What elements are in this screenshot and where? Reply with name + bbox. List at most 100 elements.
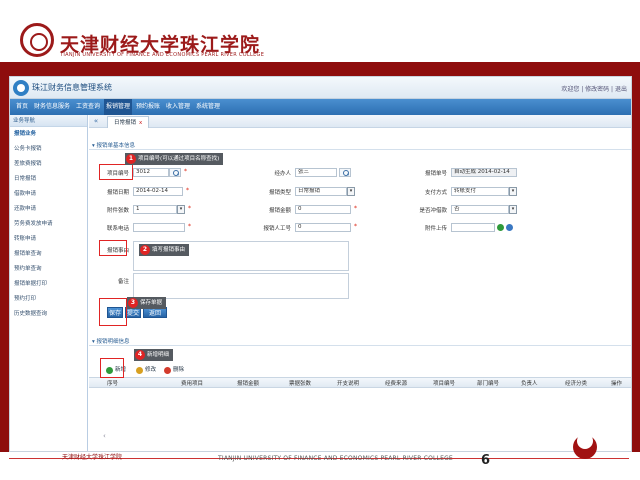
nav-tab-reimbursement[interactable]: 报销管理 (104, 99, 132, 115)
offset-loan-select[interactable]: 否 (451, 205, 509, 214)
sidebar-header: 业务导航 (10, 115, 87, 127)
grid-column-header: 报销金额 (237, 381, 260, 387)
payment-select[interactable]: 转账支付 (451, 187, 509, 196)
nav-tab-system[interactable]: 系统管理 (194, 99, 222, 115)
scroll-left-icon[interactable]: ‹ (103, 432, 106, 440)
type-select[interactable]: 日常报销 (295, 187, 347, 196)
delete-detail-button[interactable]: 删除 (163, 365, 184, 375)
sidebar-item[interactable]: 转账申请 (10, 232, 87, 247)
nav-tab-salary[interactable]: 工资查询 (74, 99, 102, 115)
required-marker: * (188, 223, 191, 230)
sidebar-item[interactable]: 报销业务 (10, 127, 87, 142)
sidebar-item[interactable]: 差旅费报销 (10, 157, 87, 172)
tab-label: 日常报销 (114, 120, 137, 126)
grid-column-header: 序号 (107, 381, 119, 387)
university-seal-icon (20, 23, 54, 57)
callout-number: 2 (140, 245, 150, 255)
required-marker: * (184, 168, 187, 175)
required-marker: * (354, 205, 357, 212)
sidebar-item[interactable]: 报销单据打印 (10, 277, 87, 292)
page-number: 6 (481, 453, 491, 468)
chevron-down-icon[interactable]: ▾ (177, 205, 185, 214)
sidebar-item[interactable]: 还款申请 (10, 202, 87, 217)
edit-label: 修改 (145, 367, 157, 373)
project-search-icon[interactable] (169, 168, 181, 177)
detail-section-title: ▾ 报销明细信息 (92, 339, 130, 345)
attachments-select[interactable]: 1 (133, 205, 177, 214)
upload-input[interactable] (451, 223, 495, 232)
handler-search-icon[interactable] (339, 168, 351, 177)
annotation-frame-add (100, 358, 124, 378)
university-name-en: TIANJIN UNIVERSITY OF FINANCE AND ECONOM… (60, 52, 265, 58)
upload-refresh-icon[interactable] (506, 224, 513, 231)
required-marker: * (354, 223, 357, 230)
edit-detail-button[interactable]: 修改 (135, 365, 156, 375)
voucher-no-input[interactable]: 自动生成 2014-02-14 (451, 168, 517, 177)
grid-column-header: 操作 (611, 381, 623, 387)
grid-column-header: 部门编号 (477, 381, 500, 387)
chevron-down-icon[interactable]: ▾ (347, 187, 355, 196)
callout-3: 3 保存单据 (127, 297, 167, 309)
annotation-frame-save (99, 298, 127, 326)
phone-label: 联系电话 (106, 226, 129, 232)
staff-id-label: 报销人工号 (263, 226, 291, 232)
sidebar-item[interactable]: 历史数据查询 (10, 307, 87, 322)
nav-tab-appointment[interactable]: 预约报账 (134, 99, 162, 115)
remark-textarea[interactable] (133, 273, 349, 299)
amount-input[interactable]: 0 (295, 205, 351, 214)
footer-university-name-en: TIANJIN UNIVERSITY OF FINANCE AND ECONOM… (218, 455, 453, 462)
callout-text: 新增明细 (147, 352, 170, 358)
app-window: 珠江财务信息管理系统 欢迎您 | 修改密码 | 退出 首页 财务信息服务 工资查… (9, 76, 632, 452)
user-links[interactable]: 欢迎您 | 修改密码 | 退出 (561, 84, 627, 93)
project-code-input[interactable]: 3012 (133, 168, 169, 177)
annotation-frame-reason (99, 240, 127, 256)
callout-text: 填写报销事由 (152, 247, 186, 253)
callout-text: 保存单据 (140, 300, 163, 306)
collapse-icon[interactable]: « (91, 117, 101, 126)
right-red-frame (632, 62, 640, 452)
nav-tab-income[interactable]: 收入管理 (164, 99, 192, 115)
handler-input[interactable]: 张三 (295, 168, 337, 177)
callout-text: 项目编号(可以通过项目名称查找) (138, 156, 220, 162)
sidebar: 业务导航 报销业务 公务卡报销 差旅费报销 日常报销 借款申请 还款申请 劳务费发放申请 转账… (10, 115, 88, 451)
phone-input[interactable] (133, 223, 185, 232)
sidebar-item[interactable]: 日常报销 (10, 172, 87, 187)
close-icon[interactable]: x (139, 120, 142, 126)
sidebar-item[interactable]: 报销单查询 (10, 247, 87, 262)
app-title-bar: 珠江财务信息管理系统 欢迎您 | 修改密码 | 退出 (10, 77, 631, 99)
top-navigation: 首页 财务信息服务 工资查询 报销管理 预约报账 收入管理 系统管理 (10, 99, 631, 115)
nav-tab-finance-service[interactable]: 财务信息服务 (32, 99, 72, 115)
grid-column-header: 费用项目 (181, 381, 204, 387)
sidebar-item[interactable]: 公务卡报销 (10, 142, 87, 157)
detail-grid-header: 序号 费用项目 报销金额 票据张数 开支说明 经费来源 项目编号 部门编号 负责人 经济分类 操作 (89, 377, 631, 388)
chevron-down-icon[interactable]: ▾ (509, 205, 517, 214)
callout-1: 1 项目编号(可以通过项目名称查找) (125, 153, 224, 165)
upload-label: 附件上传 (424, 226, 447, 232)
section-divider (89, 345, 631, 346)
footer-university-name: 天津财经大学珠江学院 (62, 454, 123, 461)
sidebar-item[interactable]: 预约单查询 (10, 262, 87, 277)
grid-column-header: 项目编号 (433, 381, 456, 387)
remark-label: 备注 (117, 279, 129, 285)
staff-id-input[interactable]: 0 (295, 223, 351, 232)
sidebar-list: 报销业务 公务卡报销 差旅费报销 日常报销 借款申请 还款申请 劳务费发放申请 转账申请 报销单… (10, 127, 87, 322)
tab-daily-reimbursement[interactable]: 日常报销 x (107, 116, 150, 128)
edit-icon (136, 367, 143, 374)
delete-label: 删除 (173, 367, 185, 373)
callout-4: 4 新增明细 (134, 349, 174, 361)
delete-icon (164, 367, 171, 374)
sidebar-item[interactable]: 借款申请 (10, 187, 87, 202)
sidebar-item[interactable]: 预约打印 (10, 292, 87, 307)
date-label: 报销日期 (106, 190, 129, 196)
chevron-down-icon[interactable]: ▾ (509, 187, 517, 196)
upload-add-icon[interactable] (497, 224, 504, 231)
nav-tab-home[interactable]: 首页 (14, 99, 30, 115)
type-label: 报销类型 (268, 190, 291, 196)
callout-number: 1 (126, 154, 136, 164)
header-red-band (0, 62, 640, 76)
callout-number: 3 (128, 298, 138, 308)
payment-label: 支付方式 (424, 190, 447, 196)
grid-column-header: 票据张数 (289, 381, 312, 387)
date-input[interactable]: 2014-02-14 (133, 187, 183, 196)
sidebar-item[interactable]: 劳务费发放申请 (10, 217, 87, 232)
